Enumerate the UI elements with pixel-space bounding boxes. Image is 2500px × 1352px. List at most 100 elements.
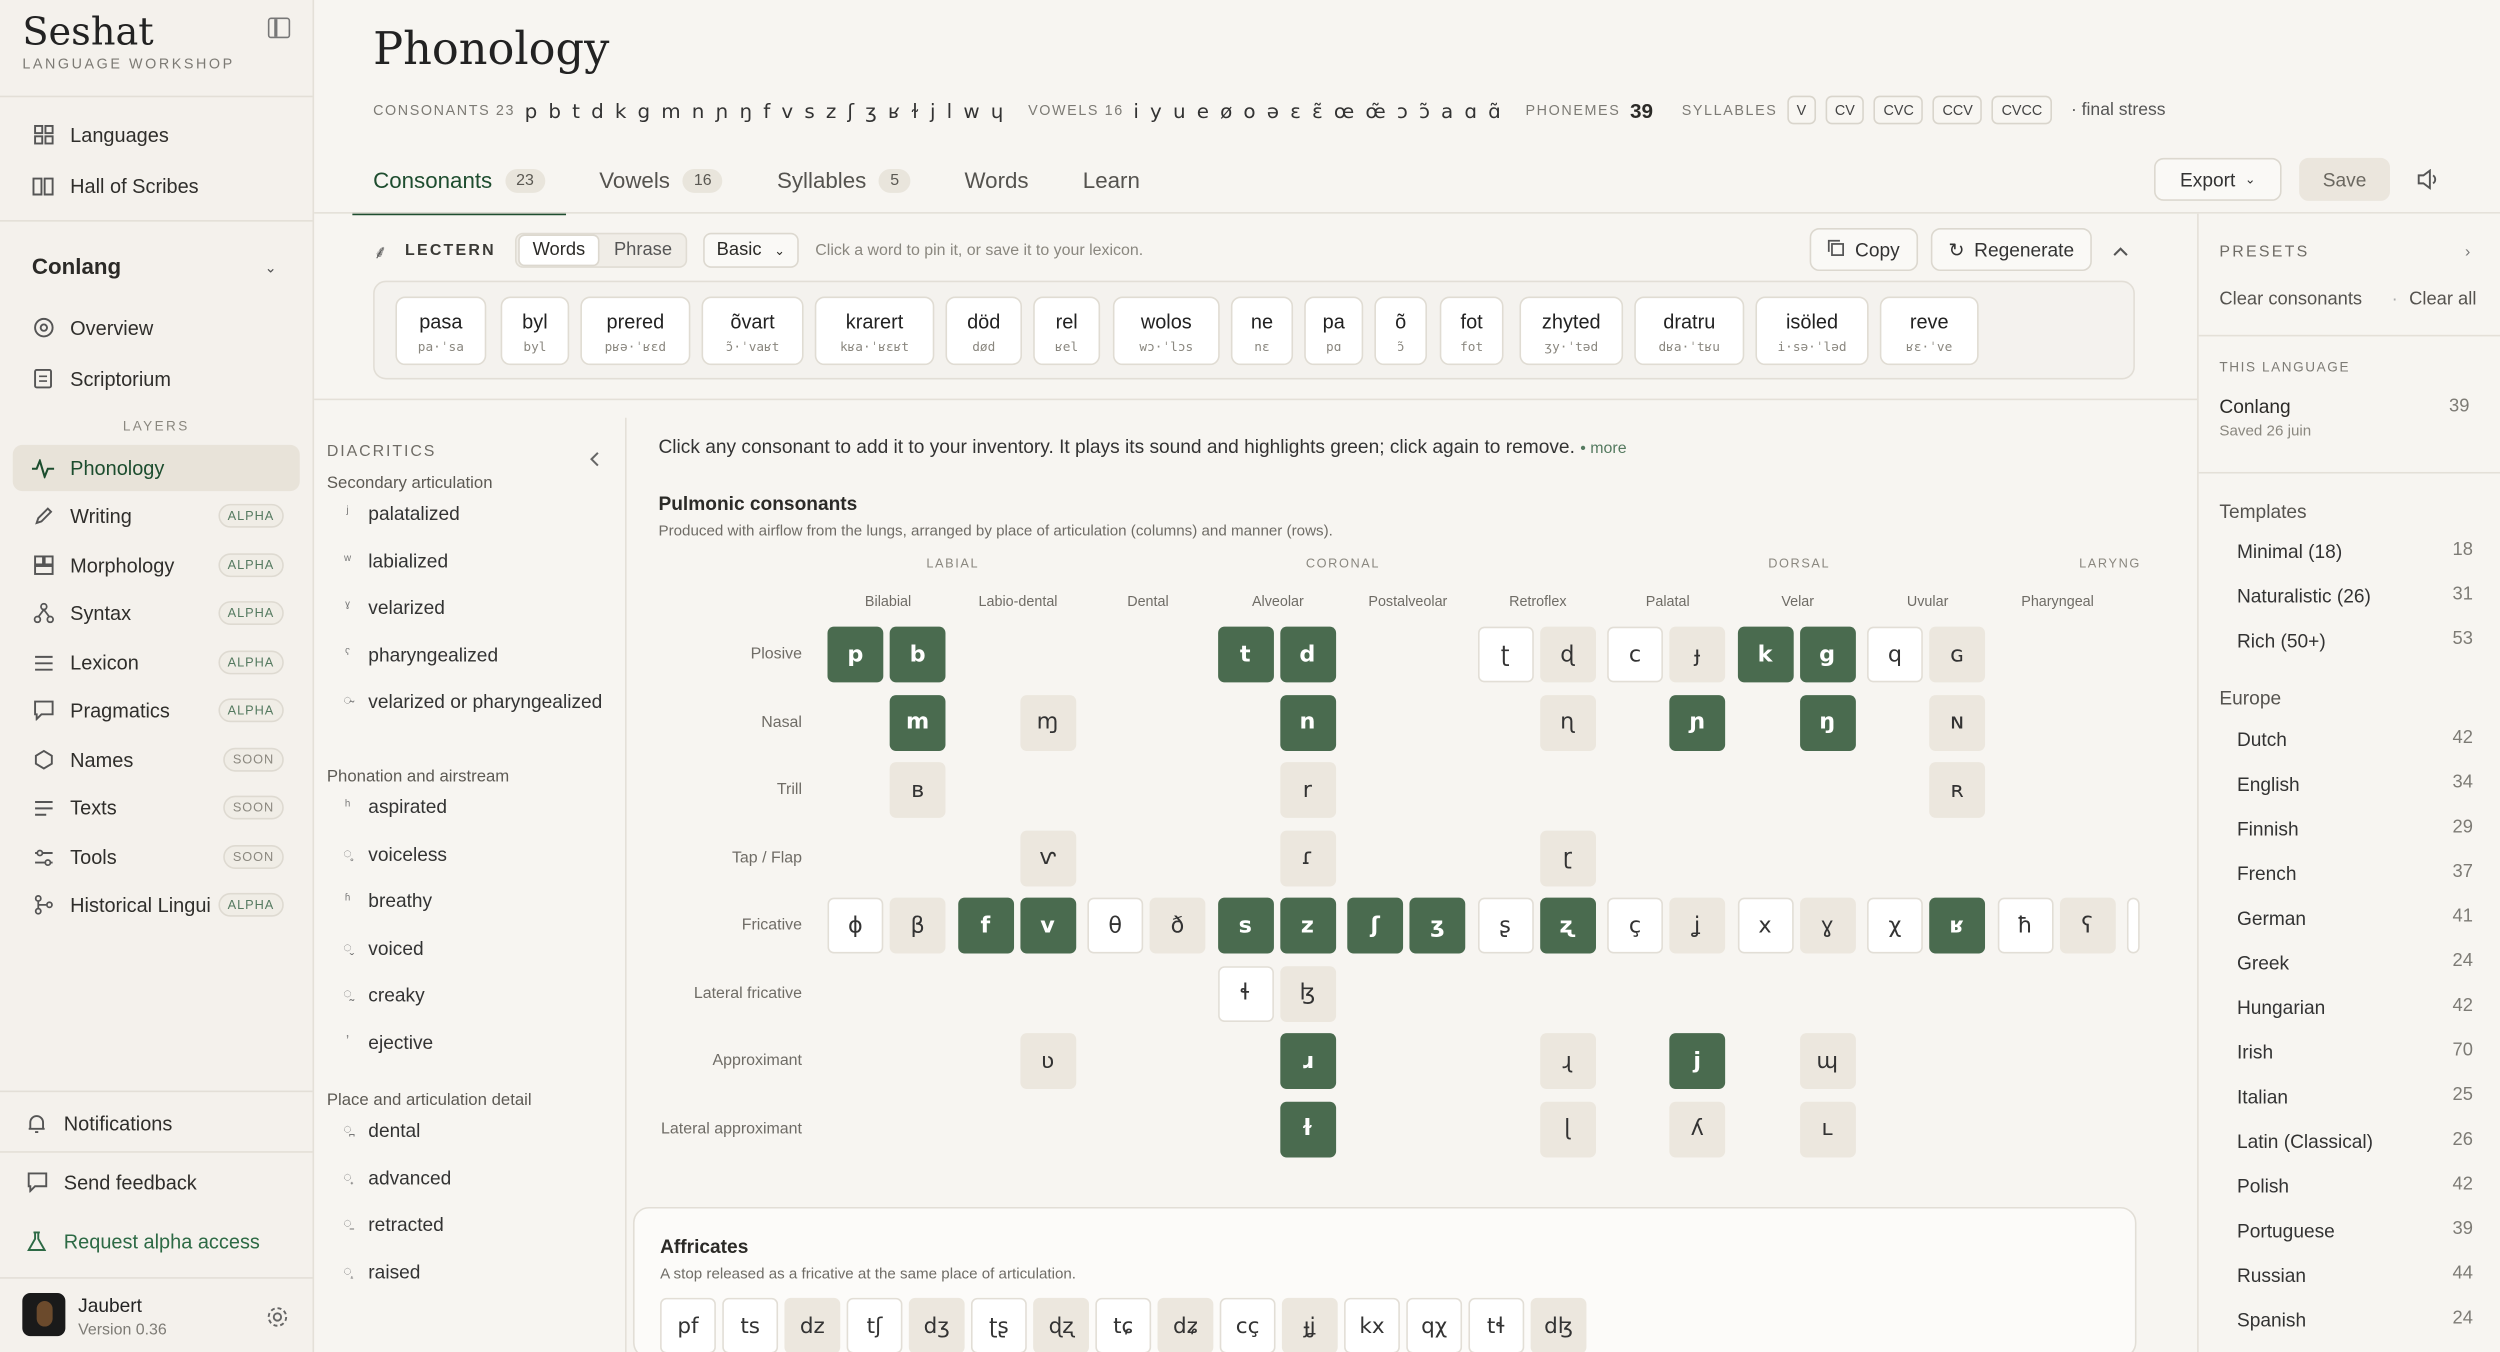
affricate-cell[interactable]: kx	[1344, 1297, 1400, 1352]
consonant-cell[interactable]: ʙ	[889, 762, 946, 818]
affricate-cell[interactable]: tʃ	[846, 1297, 903, 1352]
consonant-cell[interactable]: k	[1737, 626, 1793, 683]
consonant-cell[interactable]: ʕ	[2059, 897, 2115, 954]
consonant-cell[interactable]: q	[1867, 626, 1923, 683]
nav-item-lexicon[interactable]: Lexicon ALPHA	[13, 639, 300, 685]
consonant-cell[interactable]: c	[1607, 626, 1663, 683]
affricate-cell[interactable]: cç	[1219, 1297, 1276, 1352]
notifications-button[interactable]: Notifications	[6, 1100, 293, 1146]
consonant-cell[interactable]: ɟ	[1669, 626, 1726, 683]
diacritic-item[interactable]: ◌̝ raised	[327, 1260, 614, 1307]
affricate-cell[interactable]: qχ	[1406, 1297, 1463, 1352]
consonant-cell[interactable]: ɴ	[1929, 694, 1986, 751]
language-preset[interactable]: Finnish 29	[2237, 818, 2473, 840]
nav-item-writing[interactable]: Writing ALPHA	[13, 493, 300, 539]
nav-scriptorium[interactable]: Scriptorium	[13, 356, 300, 402]
consonant-cell[interactable]: ʝ	[1669, 897, 1726, 954]
speaker-icon[interactable]	[2416, 166, 2442, 192]
consonant-cell[interactable]: ʈ	[1477, 626, 1534, 683]
save-button[interactable]: Save	[2299, 157, 2391, 201]
consonant-cell[interactable]: χ	[1867, 897, 1923, 954]
consonant-cell[interactable]: ʀ	[1929, 762, 1986, 818]
template-preset[interactable]: Rich (50+) 53	[2237, 630, 2473, 652]
consonant-cell[interactable]: ɱ	[1019, 694, 1076, 751]
language-preset[interactable]: English 34	[2237, 773, 2473, 795]
affricate-cell[interactable]: dʑ	[1157, 1297, 1214, 1352]
consonant-cell[interactable]: ʒ	[1409, 897, 1466, 954]
consonant-cell[interactable]: ʋ	[1019, 1033, 1076, 1089]
consonant-cell[interactable]: m	[889, 694, 946, 751]
current-language-preset[interactable]: Conlang	[2219, 395, 2290, 417]
export-button[interactable]: Export ⌄	[2154, 157, 2282, 201]
consonant-cell[interactable]: x	[1737, 897, 1793, 954]
affricate-cell[interactable]: ts	[722, 1297, 779, 1352]
consonant-cell[interactable]: ʟ	[1799, 1100, 1856, 1157]
affricate-cell[interactable]: dʒ	[908, 1297, 965, 1352]
nav-hall-of-scribes[interactable]: Hall of Scribes	[13, 163, 300, 209]
diacritic-item[interactable]: ◌̠ retracted	[327, 1213, 614, 1260]
consonant-cell[interactable]: ʐ	[1539, 897, 1596, 954]
affricate-cell[interactable]: tɕ	[1095, 1297, 1152, 1352]
consonant-cell[interactable]: z	[1279, 897, 1336, 954]
affricate-cell[interactable]: tɬ	[1468, 1297, 1525, 1352]
affricate-cell[interactable]: dɮ	[1530, 1297, 1587, 1352]
consonant-cell[interactable]: ʃ	[1347, 897, 1404, 954]
nav-item-pragmatics[interactable]: Pragmatics ALPHA	[13, 687, 300, 733]
send-feedback-button[interactable]: Send feedback	[6, 1159, 293, 1205]
consonant-cell[interactable]: ɾ	[1279, 829, 1336, 886]
consonant-cell[interactable]: g	[1799, 626, 1856, 683]
template-preset[interactable]: Naturalistic (26) 31	[2237, 585, 2473, 607]
consonant-cell[interactable]: ɣ	[1799, 897, 1856, 954]
consonant-cell[interactable]: ɽ	[1539, 829, 1596, 886]
consonant-cell[interactable]: ɖ	[1539, 626, 1596, 683]
consonant-cell-partial[interactable]	[2126, 897, 2140, 954]
request-alpha-button[interactable]: Request alpha access	[6, 1218, 293, 1264]
consonant-cell[interactable]: f	[957, 897, 1014, 954]
language-preset[interactable]: Polish 42	[2237, 1175, 2473, 1197]
consonant-cell[interactable]: p	[827, 626, 884, 683]
consonant-cell[interactable]: ð	[1149, 897, 1206, 954]
language-preset[interactable]: German 41	[2237, 907, 2473, 929]
avatar[interactable]	[22, 1293, 66, 1337]
affricate-cell[interactable]: ɟʝ	[1281, 1297, 1338, 1352]
consonant-cell[interactable]: b	[889, 626, 946, 683]
consonant-cell[interactable]: r	[1279, 762, 1336, 818]
consonant-cell[interactable]: ɮ	[1279, 965, 1336, 1022]
gear-icon[interactable]	[265, 1304, 291, 1330]
language-switcher[interactable]: Conlang	[32, 254, 121, 280]
clear-consonants-button[interactable]: Clear consonants	[2219, 290, 2362, 309]
language-preset[interactable]: Latin (Classical) 26	[2237, 1130, 2473, 1152]
language-preset[interactable]: Irish 70	[2237, 1041, 2473, 1063]
consonant-cell[interactable]: ɬ	[1217, 965, 1274, 1022]
nav-item-texts[interactable]: Texts SOON	[13, 784, 300, 830]
consonant-cell[interactable]: ç	[1607, 897, 1663, 954]
clear-all-button[interactable]: Clear all	[2409, 290, 2476, 309]
language-preset[interactable]: Spanish 24	[2237, 1309, 2473, 1331]
consonant-cell[interactable]: ɳ	[1539, 694, 1596, 751]
language-preset[interactable]: Dutch 42	[2237, 729, 2473, 751]
consonant-cell[interactable]: t	[1217, 626, 1274, 683]
sidebar-toggle-icon[interactable]	[267, 17, 291, 39]
consonant-cell[interactable]: ʁ	[1929, 897, 1986, 954]
nav-item-historical-linguistics[interactable]: Historical Lingui: ALPHA	[13, 882, 300, 928]
nav-overview[interactable]: Overview	[13, 305, 300, 351]
affricate-cell[interactable]: pf	[660, 1297, 716, 1352]
consonant-cell[interactable]: ħ	[1996, 897, 2053, 954]
consonant-cell[interactable]: v	[1019, 897, 1076, 954]
nav-languages[interactable]: Languages	[13, 112, 300, 158]
nav-item-syntax[interactable]: Syntax ALPHA	[13, 590, 300, 636]
consonant-cell[interactable]: ɫ	[1279, 1100, 1336, 1157]
consonant-cell[interactable]: ɸ	[827, 897, 884, 954]
consonant-cell[interactable]: s	[1217, 897, 1274, 954]
consonant-cell[interactable]: β	[889, 897, 946, 954]
consonant-cell[interactable]: ɹ	[1279, 1033, 1336, 1089]
consonant-cell[interactable]: n	[1279, 694, 1336, 751]
consonant-cell[interactable]: d	[1279, 626, 1336, 683]
language-preset[interactable]: Russian 44	[2237, 1264, 2473, 1286]
chevron-down-icon[interactable]: ⌄	[265, 260, 277, 278]
consonant-cell[interactable]: ʎ	[1669, 1100, 1726, 1157]
language-preset[interactable]: Portuguese 39	[2237, 1220, 2473, 1242]
language-preset[interactable]: Greek 24	[2237, 952, 2473, 974]
consonant-cell[interactable]: ɰ	[1799, 1033, 1856, 1089]
consonant-cell[interactable]: ɲ	[1669, 694, 1726, 751]
